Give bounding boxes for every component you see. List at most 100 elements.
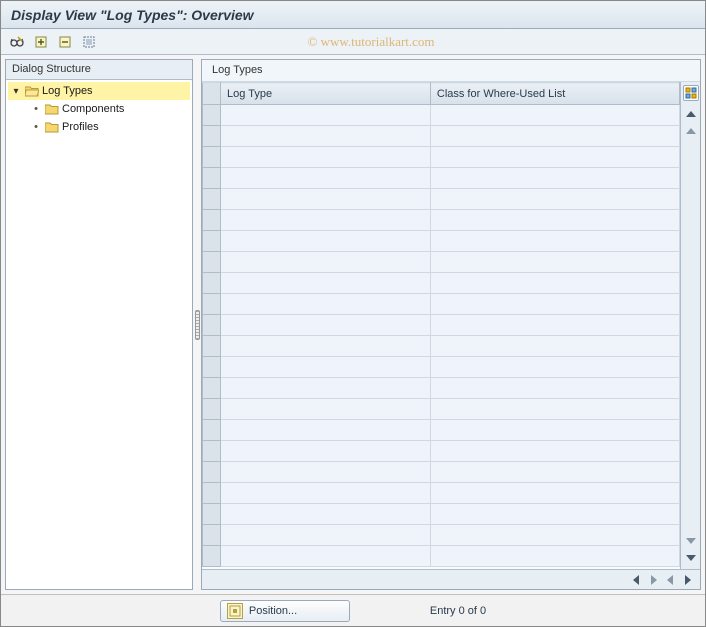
cell-class[interactable] <box>430 105 679 126</box>
row-selector[interactable] <box>203 483 221 504</box>
cell-class[interactable] <box>430 294 679 315</box>
row-selector[interactable] <box>203 504 221 525</box>
table-row[interactable] <box>203 168 680 189</box>
scroll-up-button[interactable] <box>683 107 699 121</box>
scroll-page-right-button[interactable] <box>662 573 678 587</box>
cell-log-type[interactable] <box>221 462 431 483</box>
table-row[interactable] <box>203 126 680 147</box>
scroll-down-button[interactable] <box>683 551 699 565</box>
configure-columns-button[interactable] <box>683 85 699 101</box>
cell-log-type[interactable] <box>221 294 431 315</box>
cell-log-type[interactable] <box>221 420 431 441</box>
table-row[interactable] <box>203 231 680 252</box>
row-selector[interactable] <box>203 210 221 231</box>
row-selector[interactable] <box>203 462 221 483</box>
table-row[interactable] <box>203 525 680 546</box>
cell-class[interactable] <box>430 336 679 357</box>
cell-log-type[interactable] <box>221 231 431 252</box>
table-row[interactable] <box>203 420 680 441</box>
table-row[interactable] <box>203 357 680 378</box>
cell-class[interactable] <box>430 147 679 168</box>
scroll-page-left-button[interactable] <box>646 573 662 587</box>
cell-class[interactable] <box>430 420 679 441</box>
row-selector[interactable] <box>203 168 221 189</box>
cell-class[interactable] <box>430 525 679 546</box>
row-selector[interactable] <box>203 546 221 567</box>
tree-collapse-icon[interactable]: ▾ <box>10 85 22 97</box>
table-row[interactable] <box>203 441 680 462</box>
cell-log-type[interactable] <box>221 105 431 126</box>
row-selector[interactable] <box>203 315 221 336</box>
table-row[interactable] <box>203 189 680 210</box>
cell-log-type[interactable] <box>221 252 431 273</box>
expand-all-button[interactable] <box>31 32 51 52</box>
row-selector[interactable] <box>203 336 221 357</box>
cell-class[interactable] <box>430 504 679 525</box>
table-row[interactable] <box>203 336 680 357</box>
cell-class[interactable] <box>430 441 679 462</box>
tree-node-profiles[interactable]: • Profiles <box>8 118 190 136</box>
row-selector[interactable] <box>203 378 221 399</box>
table-row[interactable] <box>203 504 680 525</box>
row-selector[interactable] <box>203 252 221 273</box>
vertical-splitter[interactable] <box>193 55 201 594</box>
collapse-all-button[interactable] <box>55 32 75 52</box>
row-selector[interactable] <box>203 231 221 252</box>
column-header-class[interactable]: Class for Where-Used List <box>430 83 679 105</box>
cell-log-type[interactable] <box>221 273 431 294</box>
cell-class[interactable] <box>430 546 679 567</box>
tree-node-components[interactable]: • Components <box>8 100 190 118</box>
row-selector-header[interactable] <box>203 83 221 105</box>
tree-node-log-types[interactable]: ▾ Log Types <box>8 82 190 100</box>
select-block-button[interactable] <box>79 32 99 52</box>
cell-log-type[interactable] <box>221 147 431 168</box>
cell-log-type[interactable] <box>221 378 431 399</box>
cell-log-type[interactable] <box>221 168 431 189</box>
cell-class[interactable] <box>430 273 679 294</box>
cell-log-type[interactable] <box>221 546 431 567</box>
table-row[interactable] <box>203 378 680 399</box>
table-row[interactable] <box>203 147 680 168</box>
table-row[interactable] <box>203 273 680 294</box>
row-selector[interactable] <box>203 105 221 126</box>
row-selector[interactable] <box>203 441 221 462</box>
row-selector[interactable] <box>203 525 221 546</box>
table-row[interactable] <box>203 210 680 231</box>
table-row[interactable] <box>203 315 680 336</box>
table-row[interactable] <box>203 546 680 567</box>
cell-log-type[interactable] <box>221 441 431 462</box>
row-selector[interactable] <box>203 147 221 168</box>
cell-log-type[interactable] <box>221 315 431 336</box>
row-selector[interactable] <box>203 294 221 315</box>
cell-class[interactable] <box>430 399 679 420</box>
column-header-log-type[interactable]: Log Type <box>221 83 431 105</box>
scroll-left-button[interactable] <box>628 573 644 587</box>
cell-class[interactable] <box>430 315 679 336</box>
cell-class[interactable] <box>430 357 679 378</box>
cell-log-type[interactable] <box>221 357 431 378</box>
table-row[interactable] <box>203 105 680 126</box>
cell-class[interactable] <box>430 168 679 189</box>
table-row[interactable] <box>203 483 680 504</box>
table-row[interactable] <box>203 462 680 483</box>
row-selector[interactable] <box>203 399 221 420</box>
cell-class[interactable] <box>430 483 679 504</box>
scroll-page-up-button[interactable] <box>683 123 699 137</box>
toggle-edit-button[interactable] <box>7 32 27 52</box>
cell-log-type[interactable] <box>221 504 431 525</box>
table-row[interactable] <box>203 399 680 420</box>
table-row[interactable] <box>203 252 680 273</box>
cell-class[interactable] <box>430 378 679 399</box>
cell-class[interactable] <box>430 210 679 231</box>
scroll-right-button[interactable] <box>680 573 696 587</box>
cell-class[interactable] <box>430 231 679 252</box>
cell-class[interactable] <box>430 252 679 273</box>
cell-class[interactable] <box>430 462 679 483</box>
cell-log-type[interactable] <box>221 210 431 231</box>
row-selector[interactable] <box>203 420 221 441</box>
cell-class[interactable] <box>430 126 679 147</box>
cell-class[interactable] <box>430 189 679 210</box>
table-row[interactable] <box>203 294 680 315</box>
cell-log-type[interactable] <box>221 189 431 210</box>
row-selector[interactable] <box>203 273 221 294</box>
